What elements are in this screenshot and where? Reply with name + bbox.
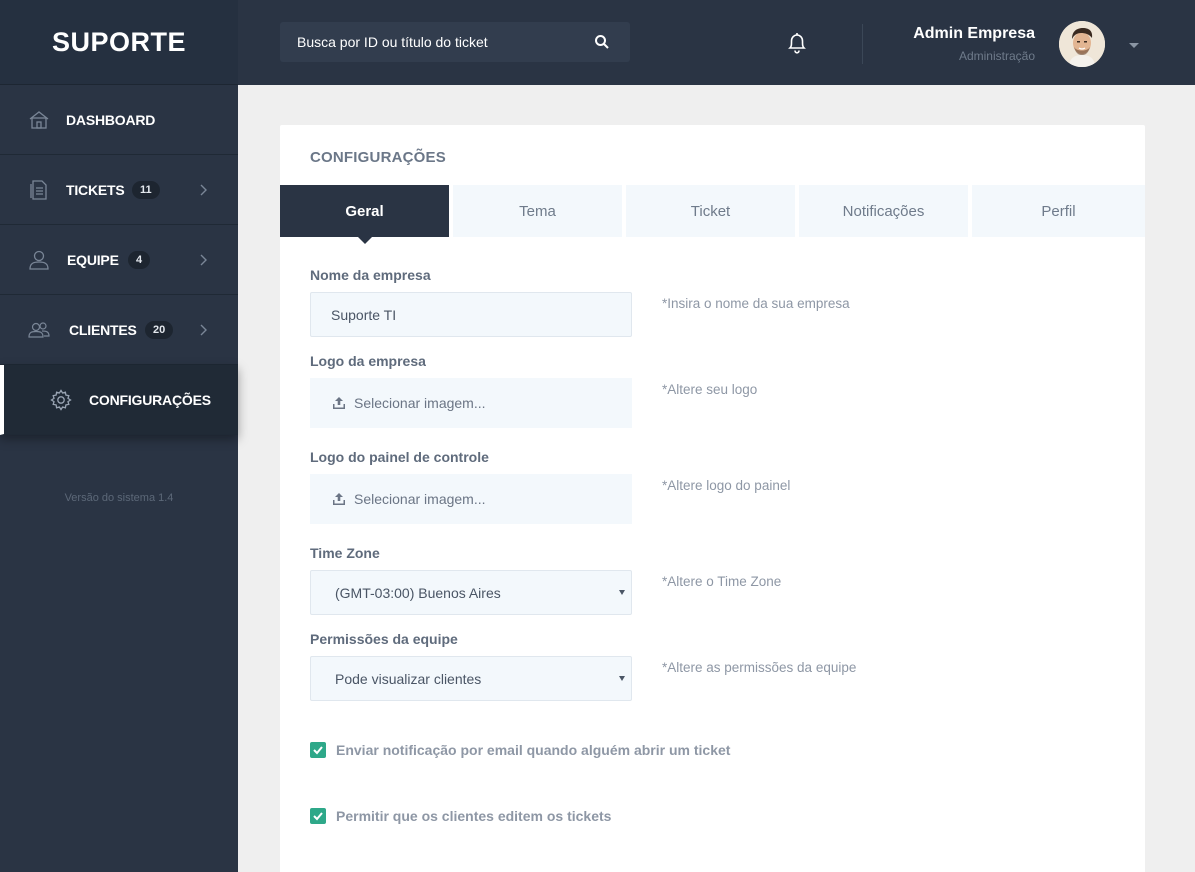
gear-icon <box>50 388 72 411</box>
users-icon <box>28 321 50 338</box>
dropdown-arrow-icon <box>619 590 625 595</box>
search-bar <box>280 22 630 62</box>
upload-icon <box>333 493 345 505</box>
checkmark-icon <box>313 812 323 821</box>
chevron-right-icon <box>200 254 207 265</box>
avatar-image <box>1059 21 1105 67</box>
upload-icon <box>333 397 345 409</box>
timezone-value: (GMT-03:00) Buenos Aires <box>335 584 501 601</box>
avatar[interactable] <box>1059 21 1105 67</box>
panel-logo-label: Logo do painel de controle <box>310 449 489 465</box>
company-logo-label: Logo da empresa <box>310 353 426 369</box>
settings-card: CONFIGURAÇÕES Geral Tema Ticket Notifica… <box>280 125 1145 872</box>
sidebar-item-equipe[interactable]: EQUIPE 4 <box>0 225 238 295</box>
chevron-down-icon[interactable] <box>1129 43 1139 48</box>
client-edit-checkbox[interactable] <box>310 808 326 824</box>
chevron-right-icon <box>200 324 207 335</box>
user-name[interactable]: Admin Empresa <box>913 25 1035 43</box>
page-title: CONFIGURAÇÕES <box>310 149 446 166</box>
panel-logo-hint: *Altere logo do painel <box>662 478 791 493</box>
tab-geral[interactable]: Geral <box>280 185 449 237</box>
company-name-input[interactable] <box>311 293 631 336</box>
checkmark-icon <box>313 746 323 755</box>
email-notification-checkbox[interactable] <box>310 742 326 758</box>
brand-logo[interactable]: SUPORTE <box>0 0 238 85</box>
permissions-select[interactable]: Pode visualizar clientes <box>310 656 632 701</box>
company-name-hint: *Insira o nome da sua empresa <box>662 296 850 311</box>
upload-label: Selecionar imagem... <box>354 491 486 507</box>
brand-name: SUPORTE <box>51 26 187 57</box>
tab-ticket[interactable]: Ticket <box>626 185 795 237</box>
timezone-hint: *Altere o Time Zone <box>662 574 782 589</box>
system-version: Versão do sistema 1.4 <box>64 492 174 504</box>
client-edit-label[interactable]: Permitir que os clientes editem os ticke… <box>336 808 611 824</box>
home-icon <box>29 110 49 129</box>
permissions-value: Pode visualizar clientes <box>335 670 482 687</box>
sidebar: SUPORTE DASHBOARD TICKETS 11 EQUIPE 4 CL… <box>0 0 238 872</box>
clientes-count-badge: 20 <box>145 320 174 339</box>
company-name-label: Nome da empresa <box>310 267 431 283</box>
settings-tabs: Geral Tema Ticket Notificações Perfil <box>280 185 1145 237</box>
timezone-label: Time Zone <box>310 545 380 561</box>
dropdown-arrow-icon <box>619 676 625 681</box>
company-logo-upload-button[interactable]: Selecionar imagem... <box>310 378 632 428</box>
search-icon[interactable] <box>594 34 610 50</box>
top-bar: Admin Empresa Administração <box>238 0 1195 85</box>
permissions-label: Permissões da equipe <box>310 631 458 647</box>
sidebar-item-label: EQUIPE <box>67 251 119 268</box>
sidebar-item-label: TICKETS <box>66 181 125 198</box>
tab-perfil[interactable]: Perfil <box>972 185 1145 237</box>
tab-notificacoes[interactable]: Notificações <box>799 185 968 237</box>
company-name-field <box>310 292 632 337</box>
topbar-divider <box>862 24 863 64</box>
panel-logo-upload-button[interactable]: Selecionar imagem... <box>310 474 632 524</box>
sidebar-item-label: CONFIGURAÇÕES <box>89 391 211 408</box>
sidebar-item-dashboard[interactable]: DASHBOARD <box>0 85 238 155</box>
sidebar-item-label: CLIENTES <box>69 321 137 338</box>
search-input[interactable] <box>280 22 580 62</box>
sidebar-item-label: DASHBOARD <box>66 111 156 128</box>
email-notification-label[interactable]: Enviar notificação por email quando algu… <box>336 742 730 758</box>
sidebar-item-tickets[interactable]: TICKETS 11 <box>0 155 238 225</box>
user-icon <box>29 250 49 270</box>
timezone-select[interactable]: (GMT-03:00) Buenos Aires <box>310 570 632 615</box>
equipe-count-badge: 4 <box>128 250 151 269</box>
upload-label: Selecionar imagem... <box>354 395 486 411</box>
document-icon <box>30 179 47 200</box>
tickets-count-badge: 11 <box>132 180 160 199</box>
company-logo-hint: *Altere seu logo <box>662 382 758 397</box>
user-role: Administração <box>958 49 1035 63</box>
bell-icon[interactable] <box>786 31 808 55</box>
permissions-hint: *Altere as permissões da equipe <box>662 660 857 675</box>
tab-tema[interactable]: Tema <box>453 185 622 237</box>
sidebar-item-clientes[interactable]: CLIENTES 20 <box>0 295 238 365</box>
sidebar-item-configuracoes[interactable]: CONFIGURAÇÕES <box>0 365 238 435</box>
chevron-right-icon <box>200 184 207 195</box>
